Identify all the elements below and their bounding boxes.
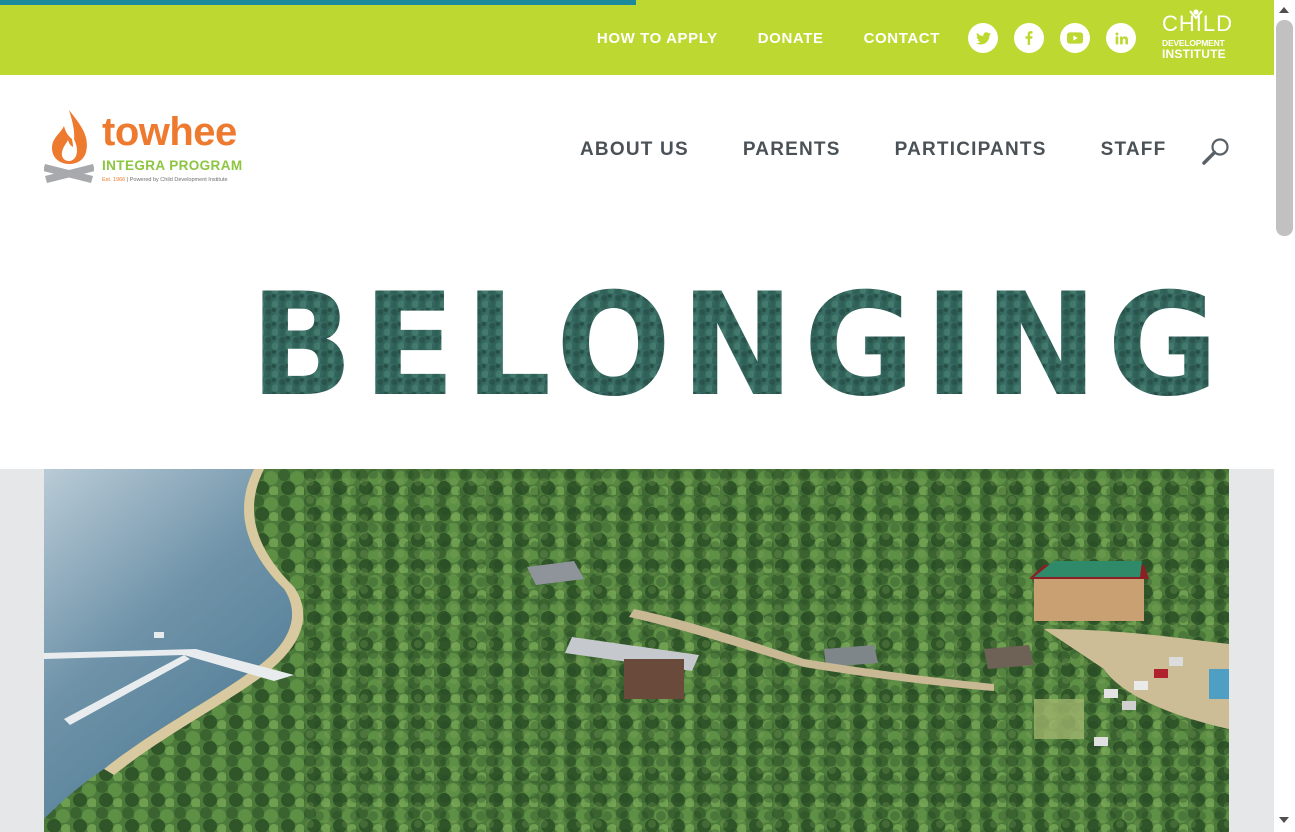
cdi-logo-line1: CHILD	[1162, 11, 1234, 36]
nav-about-us[interactable]: ABOUT US	[580, 139, 689, 161]
logo-tagline: Est. 1966 | Powered by Child Development…	[102, 177, 228, 183]
nav-parents[interactable]: PARENTS	[743, 139, 841, 161]
top-bar: HOW TO APPLY DONATE CONTACT CHILD DEVELO…	[0, 0, 1274, 75]
utility-nav: HOW TO APPLY DONATE CONTACT	[597, 30, 940, 47]
contact-link[interactable]: CONTACT	[864, 30, 940, 47]
belonging-text: BELONGING	[250, 280, 1228, 405]
donate-link[interactable]: DONATE	[758, 30, 824, 47]
nav-participants[interactable]: PARTICIPANTS	[895, 139, 1047, 161]
twitter-icon[interactable]	[968, 23, 998, 53]
towhee-logo[interactable]: towhee INTEGRA PROGRAM Est. 1966 | Power…	[44, 108, 264, 188]
belonging-headline: BELONGING	[250, 280, 1228, 405]
nav-staff[interactable]: STAFF	[1101, 139, 1167, 161]
site-header: towhee INTEGRA PROGRAM Est. 1966 | Power…	[0, 75, 1274, 225]
scrollbar[interactable]	[1274, 0, 1295, 832]
main-nav: ABOUT US PARENTS PARTICIPANTS STAFF	[580, 139, 1166, 161]
logo-tagline-est: Est. 1966	[102, 177, 126, 183]
hero-aerial-image[interactable]	[44, 469, 1229, 832]
headline-area: BELONGING	[0, 225, 1274, 469]
youtube-icon[interactable]	[1060, 23, 1090, 53]
scroll-thumb[interactable]	[1276, 20, 1293, 236]
scroll-down-icon[interactable]	[1279, 817, 1289, 823]
page: HOW TO APPLY DONATE CONTACT CHILD DEVELO…	[0, 0, 1295, 832]
hero-section	[0, 469, 1274, 832]
facebook-icon[interactable]	[1014, 23, 1044, 53]
scroll-up-icon[interactable]	[1279, 7, 1289, 13]
how-to-apply-link[interactable]: HOW TO APPLY	[597, 30, 718, 47]
child-development-institute-logo[interactable]: CHILD DEVELOPMENT INSTITUTE	[1161, 9, 1234, 61]
cdi-logo-line3: INSTITUTE	[1162, 47, 1226, 61]
search-icon[interactable]	[1201, 136, 1231, 166]
campfire-icon	[44, 110, 94, 183]
logo-wordmark: towhee	[102, 110, 237, 154]
logo-tagline-rest: | Powered by Child Development Institute	[125, 177, 228, 183]
video-progress-bar	[0, 0, 636, 5]
linkedin-icon[interactable]	[1106, 23, 1136, 53]
social-links	[968, 23, 1136, 53]
logo-subtitle: INTEGRA PROGRAM	[102, 158, 243, 173]
